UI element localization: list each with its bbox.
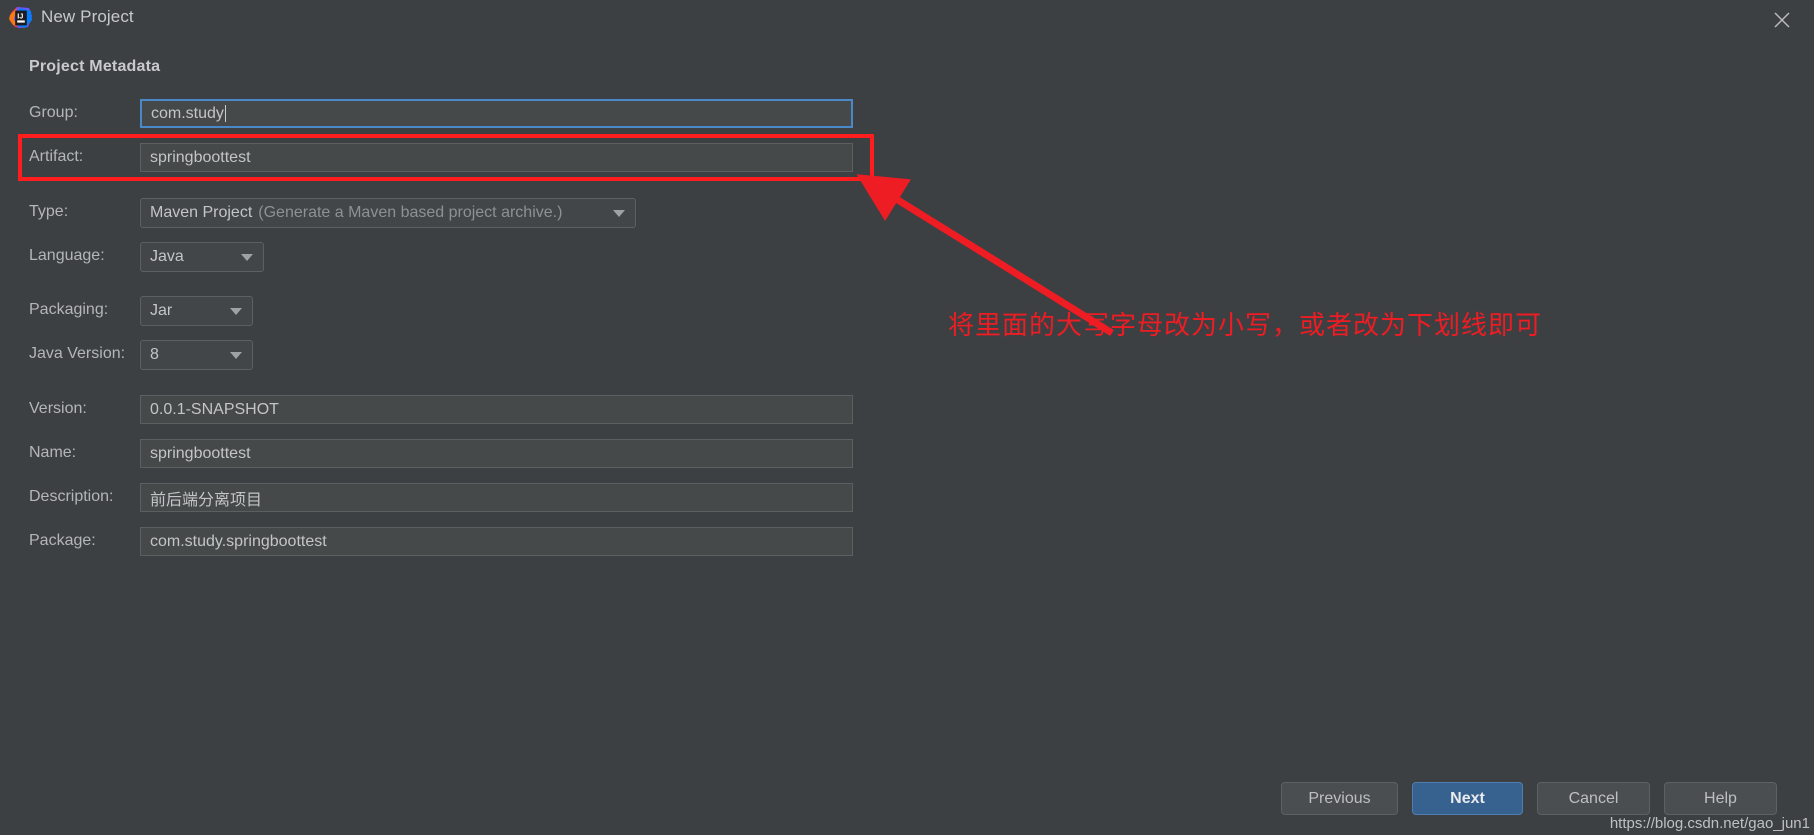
name-input-value: springboottest <box>150 444 251 462</box>
description-input-value: 前后端分离项目 <box>150 491 263 509</box>
java-version-dropdown[interactable]: 8 <box>140 340 253 370</box>
label-description: Description: <box>29 488 114 505</box>
name-input[interactable]: springboottest <box>140 439 853 468</box>
package-input-value: com.study.springboottest <box>150 532 327 550</box>
artifact-input[interactable]: springboottest <box>140 143 853 172</box>
group-input[interactable]: com.study <box>139 98 854 129</box>
annotation-text: 将里面的大写字母改为小写，或者改为下划线即可 <box>948 310 1543 340</box>
chevron-down-icon <box>230 352 242 359</box>
packaging-dropdown[interactable]: Jar <box>140 296 253 326</box>
group-input-value: com.study <box>151 104 224 122</box>
label-packaging: Packaging: <box>29 301 109 318</box>
package-input[interactable]: com.study.springboottest <box>140 527 853 556</box>
label-language: Language: <box>29 247 105 264</box>
chevron-down-icon <box>613 210 625 217</box>
label-group: Group: <box>29 104 78 121</box>
java-version-dropdown-value: 8 <box>150 346 159 363</box>
label-name: Name: <box>29 444 77 461</box>
packaging-dropdown-value: Jar <box>150 302 173 319</box>
intellij-idea-logo-icon: IJ <box>9 6 33 30</box>
previous-button[interactable]: Previous <box>1281 782 1398 815</box>
description-input[interactable]: 前后端分离项目 <box>140 483 853 512</box>
label-type: Type: <box>29 203 69 220</box>
close-icon[interactable] <box>1764 4 1800 34</box>
label-artifact: Artifact: <box>29 148 84 165</box>
language-dropdown-value: Java <box>150 248 184 265</box>
page-title: Project Metadata <box>29 58 161 75</box>
version-input[interactable]: 0.0.1-SNAPSHOT <box>140 395 853 424</box>
label-java-version: Java Version: <box>29 345 126 362</box>
text-caret <box>224 105 226 122</box>
chevron-down-icon <box>241 254 253 261</box>
type-dropdown[interactable]: Maven Project (Generate a Maven based pr… <box>140 198 636 228</box>
type-dropdown-hint: (Generate a Maven based project archive.… <box>258 204 563 221</box>
chevron-down-icon <box>230 308 242 315</box>
new-project-dialog: IJ New Project Project Metadata Group: c… <box>0 0 1814 835</box>
help-button[interactable]: Help <box>1664 782 1777 815</box>
window-title: New Project <box>41 7 134 26</box>
artifact-input-value: springboottest <box>150 148 251 166</box>
version-input-value: 0.0.1-SNAPSHOT <box>150 400 279 418</box>
title-bar: IJ New Project <box>0 0 1814 36</box>
cancel-button[interactable]: Cancel <box>1537 782 1650 815</box>
label-version: Version: <box>29 400 87 417</box>
watermark-text: https://blog.csdn.net/gao_jun1 <box>1609 815 1810 832</box>
language-dropdown[interactable]: Java <box>140 242 264 272</box>
next-button[interactable]: Next <box>1412 782 1523 815</box>
type-dropdown-value: Maven Project <box>150 204 253 221</box>
svg-text:IJ: IJ <box>17 11 23 20</box>
label-package: Package: <box>29 532 96 549</box>
